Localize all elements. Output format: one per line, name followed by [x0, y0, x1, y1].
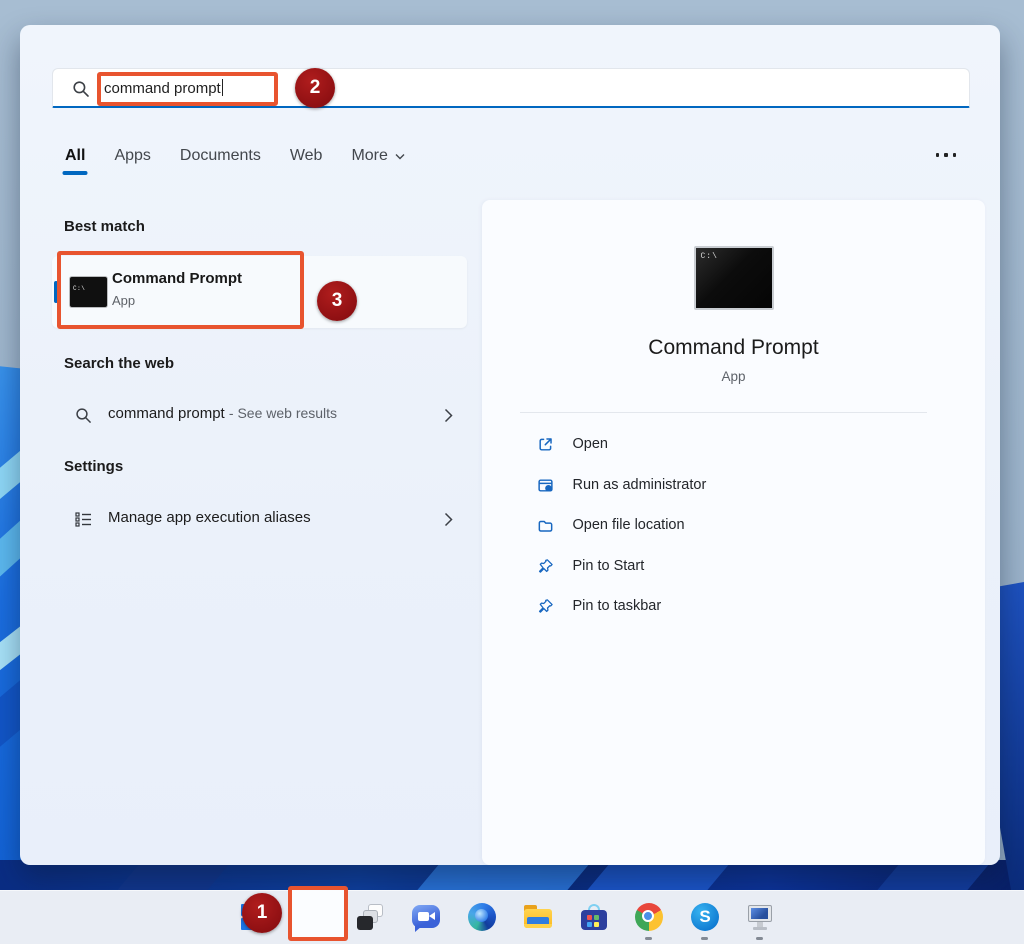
- active-tab-underline: [62, 171, 88, 175]
- annotation-highlight-search-field: [97, 72, 278, 106]
- task-view-button[interactable]: [356, 902, 386, 932]
- action-open[interactable]: Open: [504, 425, 964, 466]
- chevron-right-icon[interactable]: [444, 408, 453, 423]
- chat-button[interactable]: [411, 902, 441, 932]
- pin-icon: [537, 598, 554, 615]
- pin-icon: [537, 558, 554, 575]
- annotation-highlight-best-match: [57, 251, 304, 329]
- tab-all[interactable]: All: [62, 147, 88, 175]
- action-pin-to-start[interactable]: Pin to Start: [504, 547, 964, 588]
- annotation-step-badge-3: 3: [317, 281, 357, 321]
- web-search-result[interactable]: command prompt - See web results: [52, 393, 467, 439]
- folder-icon: [537, 517, 554, 534]
- settings-section-heading: Settings: [64, 458, 124, 475]
- running-indicator: [701, 937, 708, 940]
- windows-11-desktop: command prompt All Apps Documents Web Mo…: [0, 0, 1024, 944]
- action-open-file-location[interactable]: Open file location: [504, 506, 964, 547]
- action-pin-to-taskbar[interactable]: Pin to taskbar: [504, 587, 964, 628]
- tab-apps[interactable]: Apps: [114, 147, 150, 175]
- command-prompt-icon-large: C:\: [693, 246, 774, 310]
- web-result-text: command prompt - See web results: [108, 405, 338, 422]
- tab-more[interactable]: More: [351, 147, 405, 175]
- settings-result-label: Manage app execution aliases: [108, 509, 311, 526]
- pc-monitor-icon: [748, 905, 772, 922]
- file-explorer-button[interactable]: [523, 902, 553, 932]
- open-icon: [537, 436, 554, 453]
- tab-web[interactable]: Web: [290, 147, 323, 175]
- search-flyout-panel: command prompt All Apps Documents Web Mo…: [20, 25, 1000, 865]
- admin-shield-icon: [537, 477, 554, 494]
- result-preview-pane: C:\ Command Prompt App Open Run as admin…: [482, 200, 985, 865]
- running-indicator: [645, 937, 652, 940]
- chat-icon: [412, 905, 440, 928]
- pc-app-button[interactable]: [745, 902, 775, 932]
- annotation-step-badge-2: 2: [295, 68, 335, 108]
- search-icon: [75, 407, 92, 424]
- tab-documents[interactable]: Documents: [180, 147, 261, 175]
- divider: [519, 412, 927, 413]
- chrome-button[interactable]: [634, 902, 664, 932]
- best-match-heading: Best match: [64, 218, 145, 235]
- action-run-as-administrator[interactable]: Run as administrator: [504, 466, 964, 507]
- preview-subtitle: App: [721, 369, 746, 384]
- annotation-highlight-taskbar-search: [288, 886, 348, 941]
- running-indicator: [756, 937, 763, 940]
- skype-button[interactable]: S: [690, 902, 720, 932]
- web-section-heading: Search the web: [64, 355, 175, 372]
- microsoft-store-button[interactable]: [579, 902, 609, 932]
- chevron-right-icon[interactable]: [444, 512, 453, 527]
- search-icon: [72, 80, 90, 98]
- search-filter-tabs: All Apps Documents Web More: [62, 147, 405, 175]
- chevron-down-icon: [395, 147, 405, 164]
- app-actions-list: Open Run as administrator Open file loca…: [504, 425, 964, 628]
- preview-title: Command Prompt: [648, 336, 819, 359]
- list-settings-icon: [75, 511, 92, 528]
- taskbar: S: [0, 890, 1024, 944]
- skype-icon: S: [691, 903, 719, 931]
- edge-button[interactable]: [467, 902, 497, 932]
- settings-result[interactable]: Manage app execution aliases: [52, 497, 467, 543]
- more-options-icon[interactable]: [935, 153, 956, 157]
- annotation-step-badge-1: 1: [242, 893, 282, 933]
